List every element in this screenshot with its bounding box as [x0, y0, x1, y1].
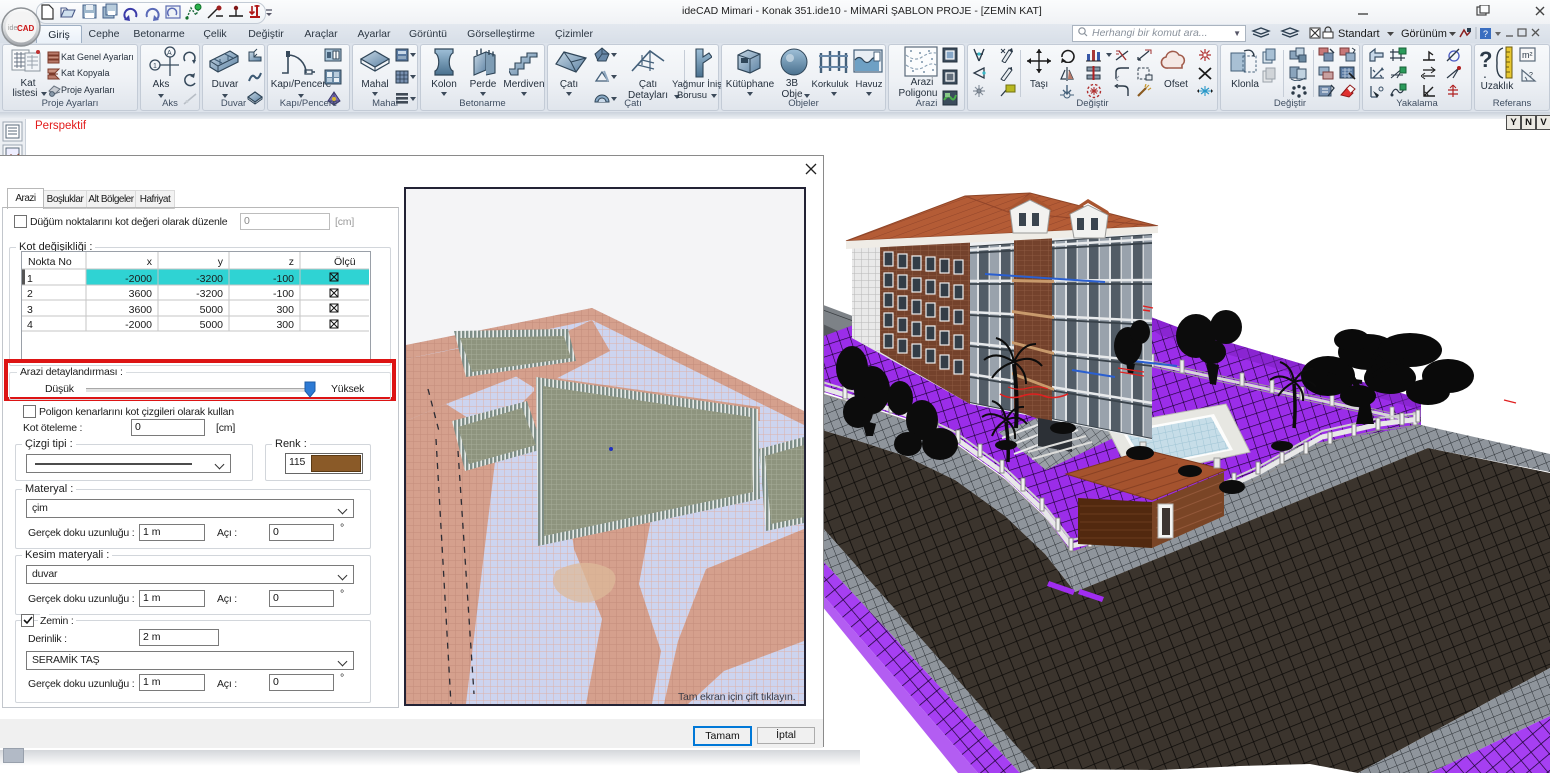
svg-text:-2000: -2000 [125, 319, 152, 331]
svg-text:Görünüm: Görünüm [1401, 28, 1447, 40]
svg-text:-100: -100 [273, 273, 294, 285]
svg-text:-3200: -3200 [196, 273, 223, 285]
svg-text:-3200: -3200 [196, 288, 223, 300]
svg-text:5000: 5000 [200, 304, 224, 316]
svg-text:300: 300 [276, 319, 294, 331]
svg-text:?: ? [1483, 29, 1488, 39]
svg-text:3: 3 [27, 304, 33, 316]
svg-text:1: 1 [27, 273, 33, 285]
svg-text:Nokta No: Nokta No [28, 256, 72, 268]
svg-text:-2000: -2000 [125, 273, 152, 285]
svg-text:1: 1 [153, 63, 157, 70]
svg-text:Ölçü: Ölçü [334, 256, 356, 268]
svg-text:x: x [147, 256, 153, 268]
svg-text:5000: 5000 [200, 319, 224, 331]
svg-text:3600: 3600 [129, 304, 153, 316]
svg-text:CAD: CAD [17, 24, 35, 33]
svg-text:m²: m² [1522, 50, 1533, 60]
svg-text:A: A [167, 50, 172, 57]
svg-text:-100: -100 [273, 288, 294, 300]
svg-text:z: z [289, 256, 294, 268]
svg-text:300: 300 [276, 304, 294, 316]
svg-text:Standart: Standart [1338, 28, 1380, 40]
svg-text:2: 2 [27, 288, 33, 300]
svg-text:y: y [218, 256, 224, 268]
svg-text:?: ? [1529, 72, 1533, 79]
svg-text:3600: 3600 [129, 288, 153, 300]
svg-text:4: 4 [27, 319, 33, 331]
